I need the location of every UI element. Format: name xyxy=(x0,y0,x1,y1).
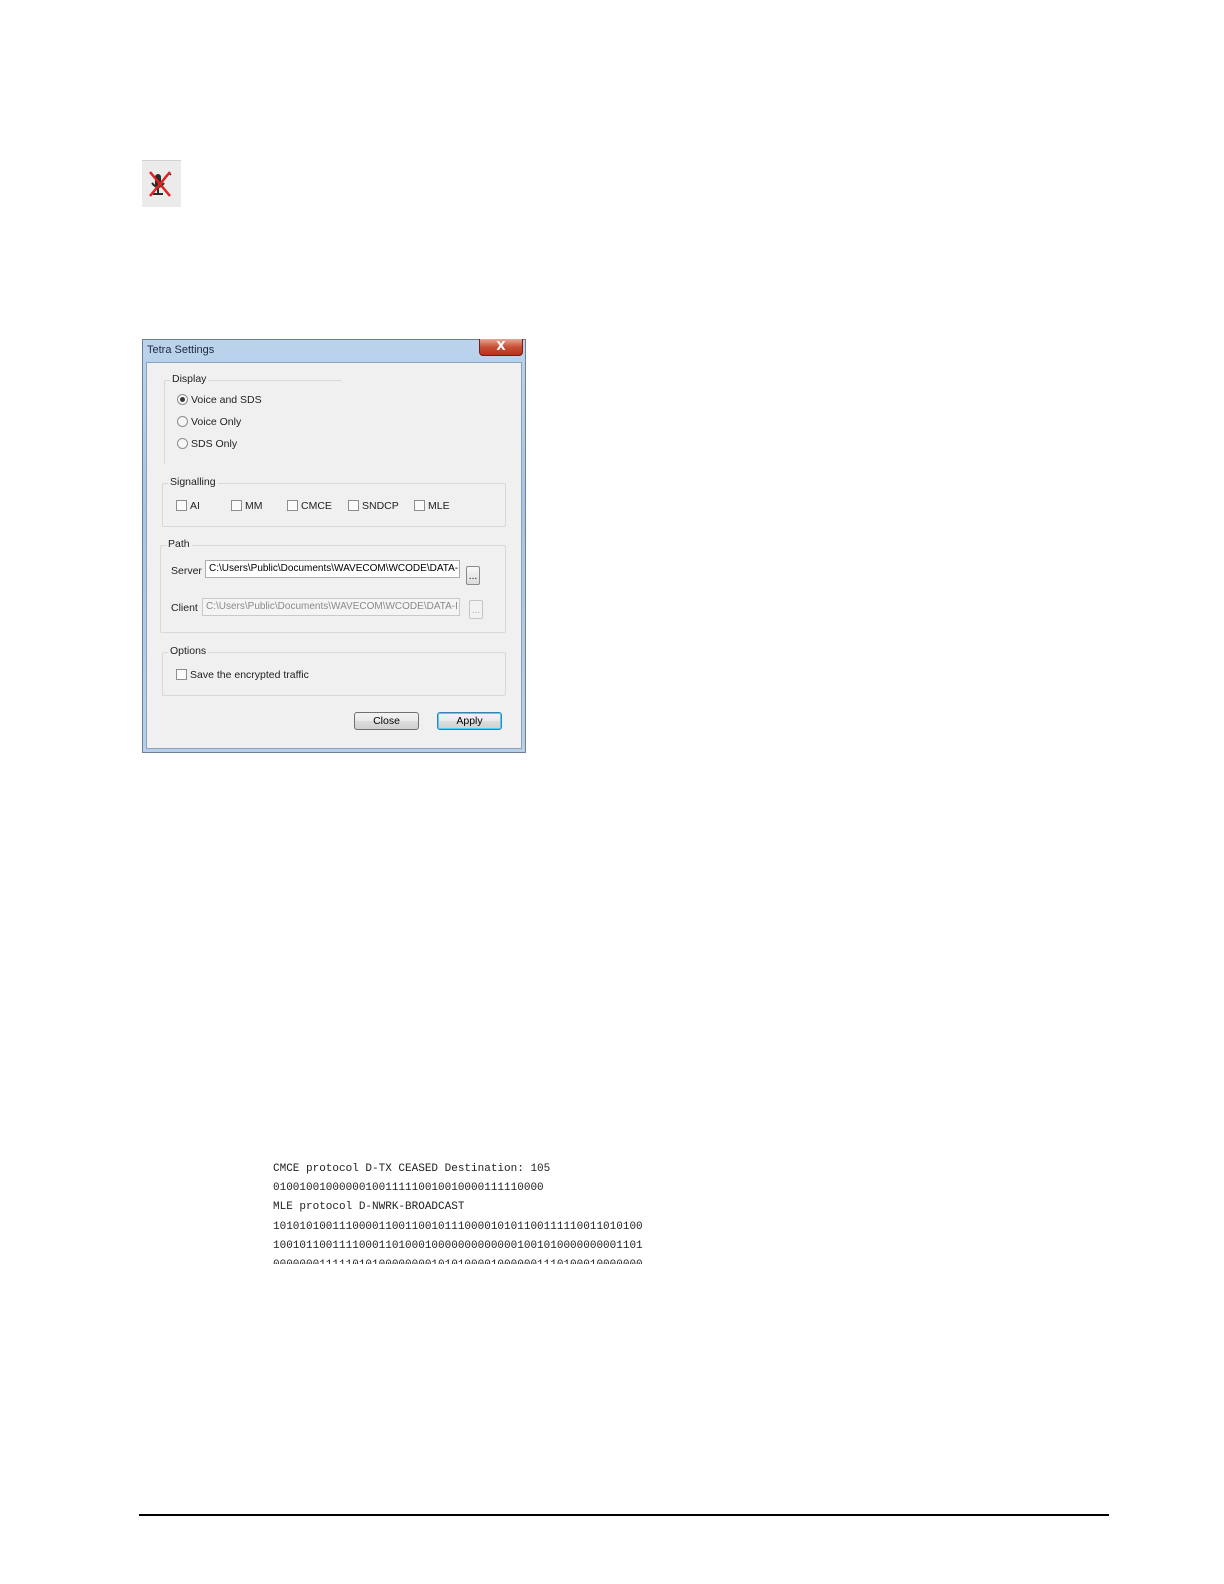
output-line: CMCE protocol D-TX CEASED Destination: 1… xyxy=(273,1163,551,1175)
close-button[interactable]: Close xyxy=(354,712,419,730)
radio-voice-and-sds[interactable]: Voice and SDS xyxy=(177,394,262,406)
checkbox-sndcp[interactable]: SNDCP xyxy=(348,500,399,512)
output-line: 1010101001110000110011001011100001010110… xyxy=(273,1220,643,1233)
signalling-group-label: Signalling xyxy=(168,476,218,488)
apply-button[interactable]: Apply xyxy=(437,712,502,730)
checkbox[interactable] xyxy=(176,500,187,511)
output-line: 0100100100000010011111001001000011111000… xyxy=(273,1182,544,1195)
mute-speaker-icon xyxy=(149,171,172,197)
checkbox-ai[interactable]: AI xyxy=(176,500,200,512)
radio-label: SDS Only xyxy=(191,438,238,450)
checkbox-mm[interactable]: MM xyxy=(231,500,263,512)
checkbox-mle[interactable]: MLE xyxy=(414,500,450,512)
output-line: 1001011001111000110100010000000000000100… xyxy=(273,1239,643,1252)
radio-sds-only[interactable]: SDS Only xyxy=(177,438,237,450)
server-browse-button[interactable]: ... xyxy=(466,566,480,585)
client-path-field[interactable]: C:\Users\Public\Documents\WAVECOM\WCODE\… xyxy=(202,598,460,616)
tetra-settings-dialog: Tetra Settings X Display Voice and SDS V… xyxy=(142,339,526,753)
signalling-group: Signalling xyxy=(162,476,506,527)
path-group: Path xyxy=(160,538,506,633)
close-window-button[interactable]: X xyxy=(479,339,523,356)
output-line: MLE protocol D-NWRK-BROADCAST xyxy=(273,1201,465,1214)
checkbox-label: MM xyxy=(245,500,263,512)
client-label: Client xyxy=(171,602,198,614)
footer-divider xyxy=(139,1514,1109,1516)
checkbox[interactable] xyxy=(176,669,187,680)
checkbox-label: MLE xyxy=(428,500,450,512)
checkbox-label: CMCE xyxy=(301,500,332,512)
dialog-body: Display Voice and SDS Voice Only SDS Onl… xyxy=(146,362,522,749)
client-browse-button[interactable]: ... xyxy=(469,600,483,619)
path-group-label: Path xyxy=(166,538,192,550)
mute-button[interactable] xyxy=(142,160,181,207)
checkbox[interactable] xyxy=(348,500,359,511)
close-icon: X xyxy=(496,339,506,353)
checkbox[interactable] xyxy=(287,500,298,511)
server-label: Server xyxy=(171,565,202,577)
radio-label: Voice Only xyxy=(191,416,242,428)
radio-button[interactable] xyxy=(177,416,188,427)
checkbox-label: AI xyxy=(190,500,200,512)
radio-label: Voice and SDS xyxy=(191,394,262,406)
radio-voice-only[interactable]: Voice Only xyxy=(177,416,241,428)
display-group-label: Display xyxy=(170,373,209,385)
dialog-titlebar[interactable]: Tetra Settings X xyxy=(143,339,525,362)
output-line: 0000000111110101000000001010100001000000… xyxy=(273,1256,669,1264)
decoded-output: CMCE protocol D-TX CEASED Destination: 1… xyxy=(273,1160,669,1264)
server-path-field[interactable]: C:\Users\Public\Documents\WAVECOM\WCODE\… xyxy=(205,560,460,578)
radio-button[interactable] xyxy=(177,394,188,405)
checkbox-label: SNDCP xyxy=(362,500,399,512)
checkbox[interactable] xyxy=(231,500,242,511)
checkbox-label: Save the encrypted traffic xyxy=(190,669,309,681)
checkbox[interactable] xyxy=(414,500,425,511)
dialog-title: Tetra Settings xyxy=(147,344,215,356)
checkbox-save-encrypted[interactable]: Save the encrypted traffic xyxy=(176,669,309,681)
radio-button[interactable] xyxy=(177,438,188,449)
options-group-label: Options xyxy=(168,645,209,657)
checkbox-cmce[interactable]: CMCE xyxy=(287,500,332,512)
